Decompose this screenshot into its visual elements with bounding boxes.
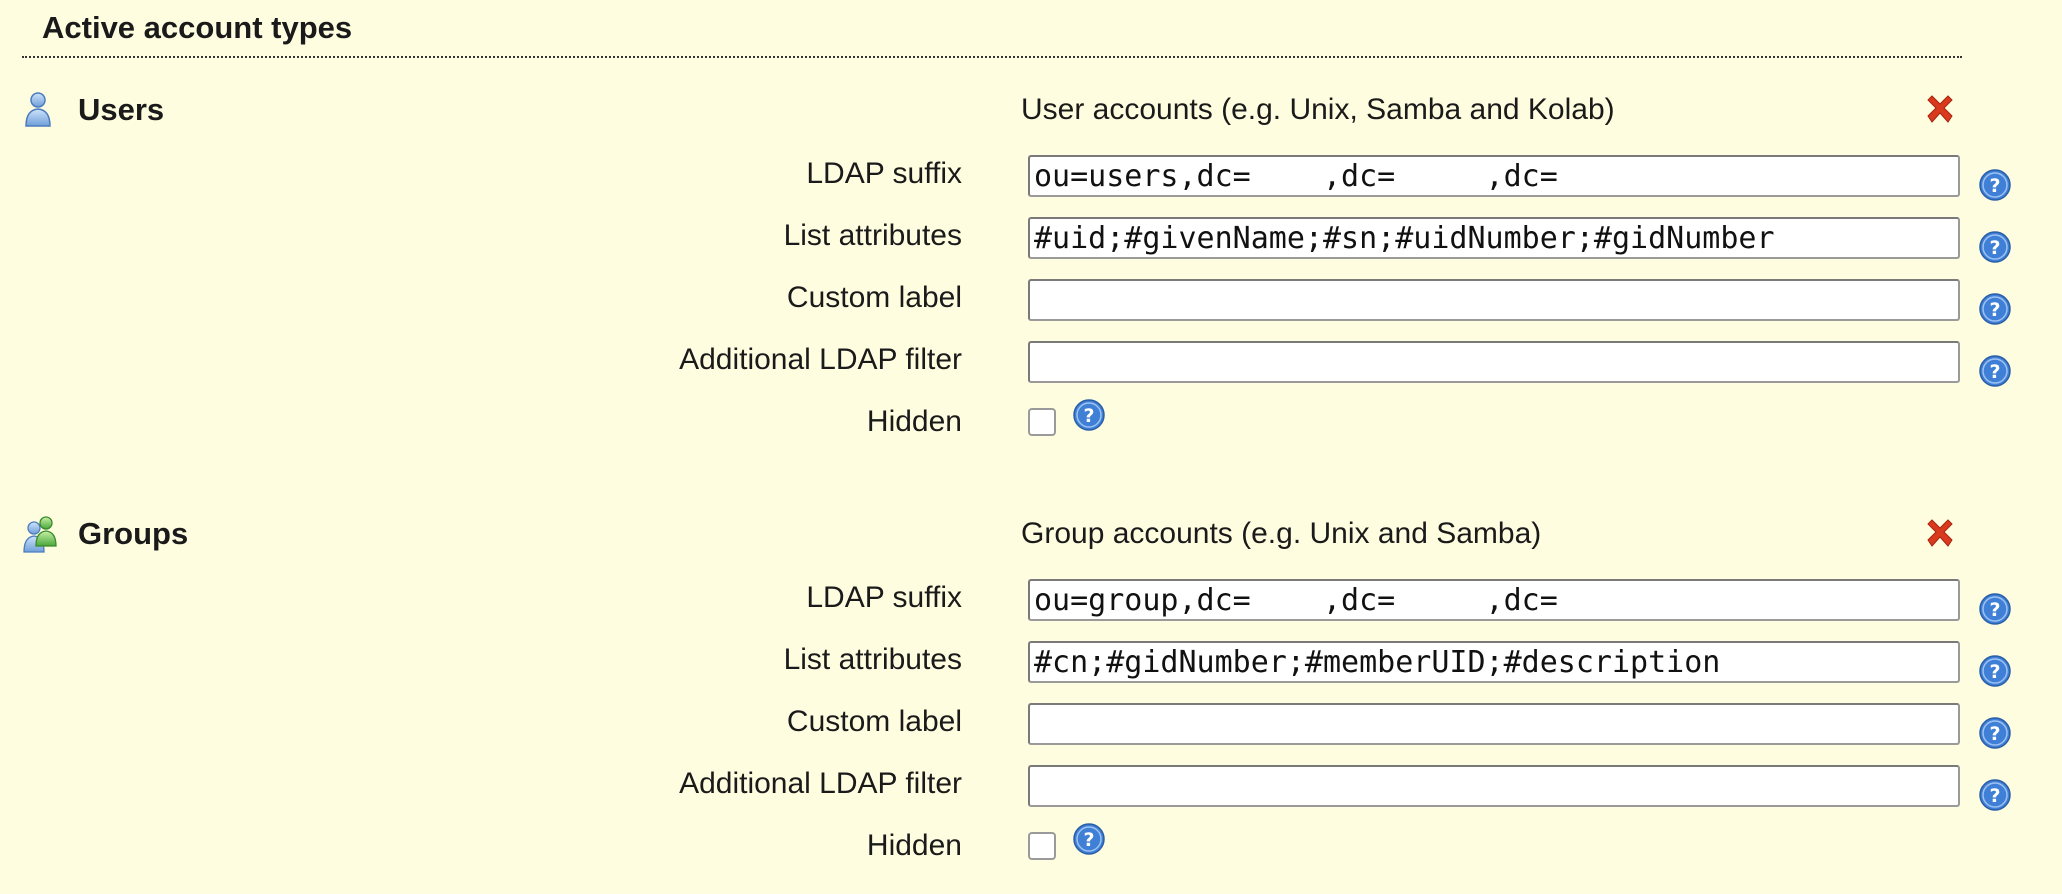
additional-ldap-filter-label: Additional LDAP filter [679, 767, 962, 800]
additional-ldap-filter-input[interactable] [1028, 765, 1960, 807]
account-type-description: Group accounts (e.g. Unix and Samba) [1021, 517, 1542, 550]
ldap-suffix-label: LDAP suffix [806, 157, 962, 190]
list-attributes-label: List attributes [783, 219, 962, 252]
section-title: Active account types [42, 10, 353, 45]
custom-label-label: Custom label [786, 281, 962, 314]
svg-text:?: ? [1989, 599, 2000, 621]
section-header: Active account types [22, 0, 1962, 58]
account-type-description: User accounts (e.g. Unix, Samba and Kola… [1021, 93, 1615, 126]
help-icon[interactable]: ? [1978, 292, 2012, 326]
list-attributes-input[interactable] [1028, 641, 1960, 683]
custom-label-input[interactable] [1028, 703, 1960, 745]
help-icon[interactable]: ? [1978, 592, 2012, 626]
hidden-label: Hidden [866, 405, 962, 438]
svg-text:?: ? [1989, 661, 2000, 683]
custom-label-label: Custom label [786, 705, 962, 738]
custom-label-input[interactable] [1028, 279, 1960, 321]
ldap-suffix-input[interactable] [1028, 155, 1960, 197]
list-attributes-label: List attributes [783, 643, 962, 676]
svg-text:?: ? [1989, 785, 2000, 807]
svg-text:?: ? [1083, 405, 1094, 427]
ldap-suffix-input[interactable] [1028, 579, 1960, 621]
group-icon [22, 514, 57, 554]
list-attributes-input[interactable] [1028, 217, 1960, 259]
hidden-checkbox[interactable] [1028, 408, 1056, 436]
help-icon[interactable]: ? [1978, 716, 2012, 750]
account-type-users: Users User accounts (e.g. Unix, Samba an… [0, 90, 2062, 470]
hidden-label: Hidden [866, 829, 962, 862]
help-icon[interactable]: ? [1978, 230, 2012, 264]
help-icon[interactable]: ? [1978, 168, 2012, 202]
svg-text:?: ? [1989, 175, 2000, 197]
help-icon[interactable]: ? [1072, 398, 1106, 432]
hidden-checkbox[interactable] [1028, 832, 1056, 860]
help-icon[interactable]: ? [1978, 778, 2012, 812]
help-icon[interactable]: ? [1978, 654, 2012, 688]
ldap-suffix-label: LDAP suffix [806, 581, 962, 614]
svg-text:?: ? [1989, 299, 2000, 321]
svg-text:?: ? [1083, 829, 1094, 851]
help-icon[interactable]: ? [1072, 822, 1106, 856]
user-icon [22, 90, 54, 130]
svg-text:?: ? [1989, 361, 2000, 383]
account-type-name: Users [78, 92, 165, 127]
svg-text:?: ? [1989, 237, 2000, 259]
additional-ldap-filter-label: Additional LDAP filter [679, 343, 962, 376]
delete-icon[interactable] [1922, 92, 1958, 128]
help-icon[interactable]: ? [1978, 354, 2012, 388]
additional-ldap-filter-input[interactable] [1028, 341, 1960, 383]
delete-icon[interactable] [1922, 516, 1958, 552]
account-type-groups: Groups Group accounts (e.g. Unix and Sam… [0, 514, 2062, 894]
account-type-name: Groups [78, 516, 189, 551]
svg-text:?: ? [1989, 723, 2000, 745]
